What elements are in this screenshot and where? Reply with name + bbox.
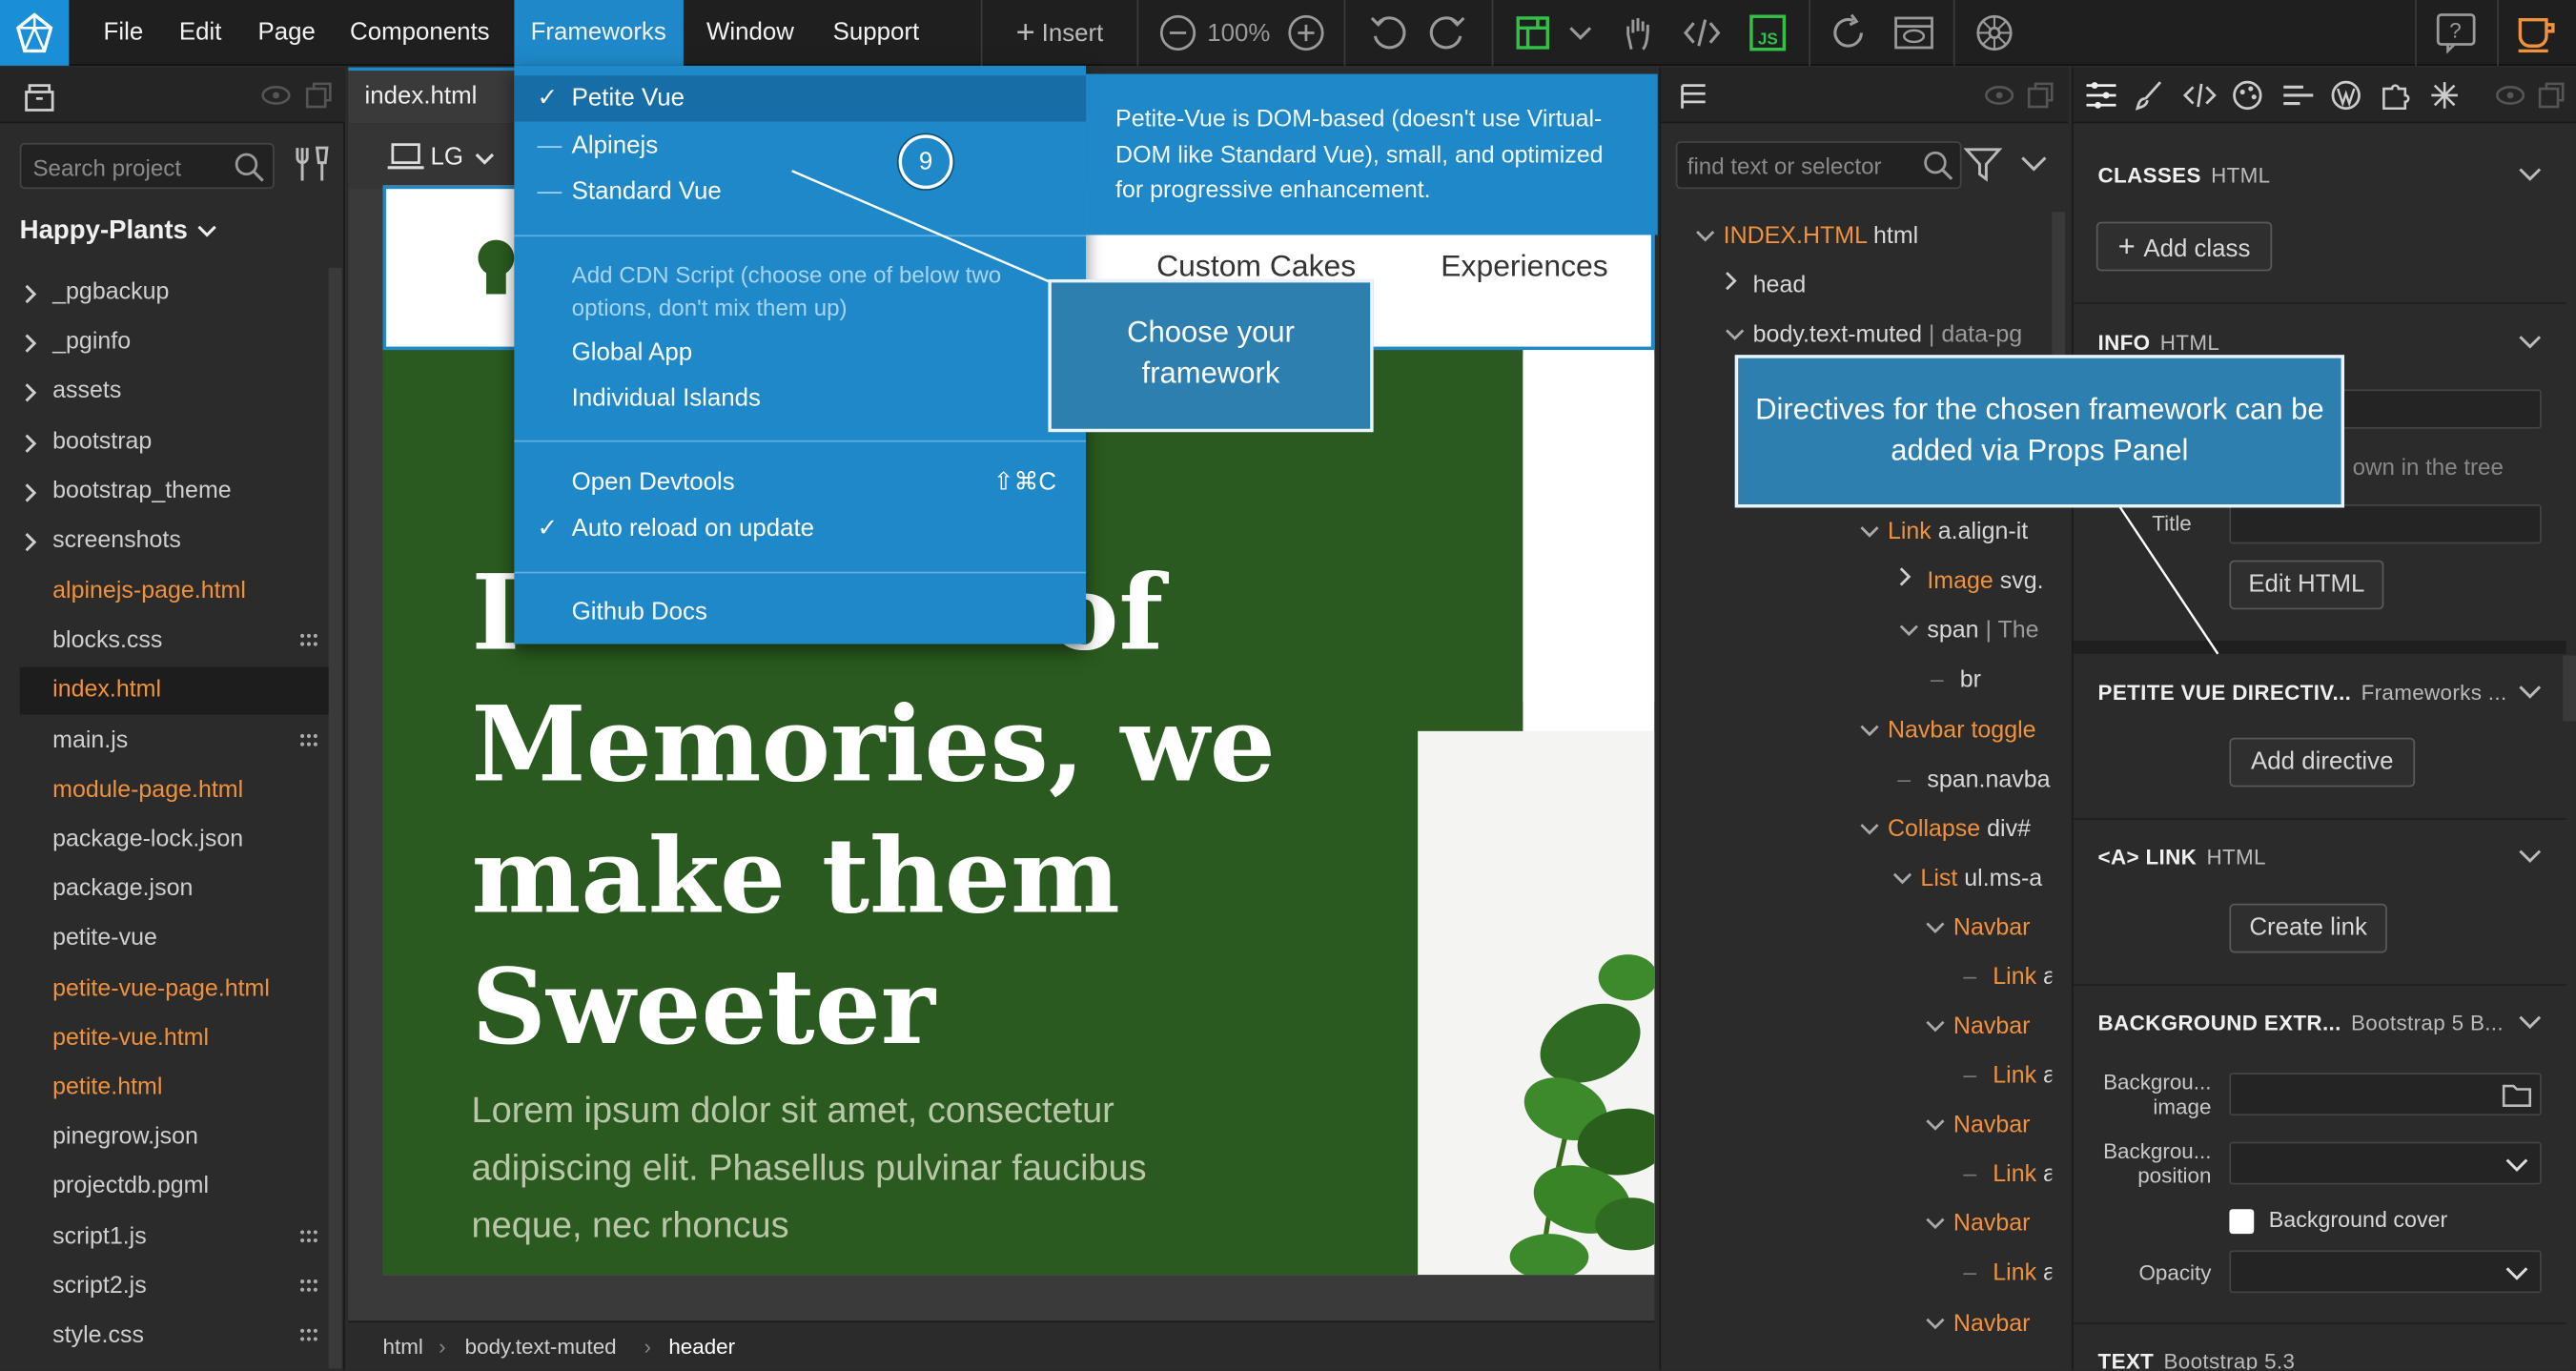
annotation-lines	[791, 170, 2219, 655]
step-badge: 9	[898, 134, 953, 190]
choose-framework-callout: Choose your framework	[1048, 278, 1374, 433]
directives-callout: Directives for the chosen framework can …	[1734, 355, 2345, 508]
